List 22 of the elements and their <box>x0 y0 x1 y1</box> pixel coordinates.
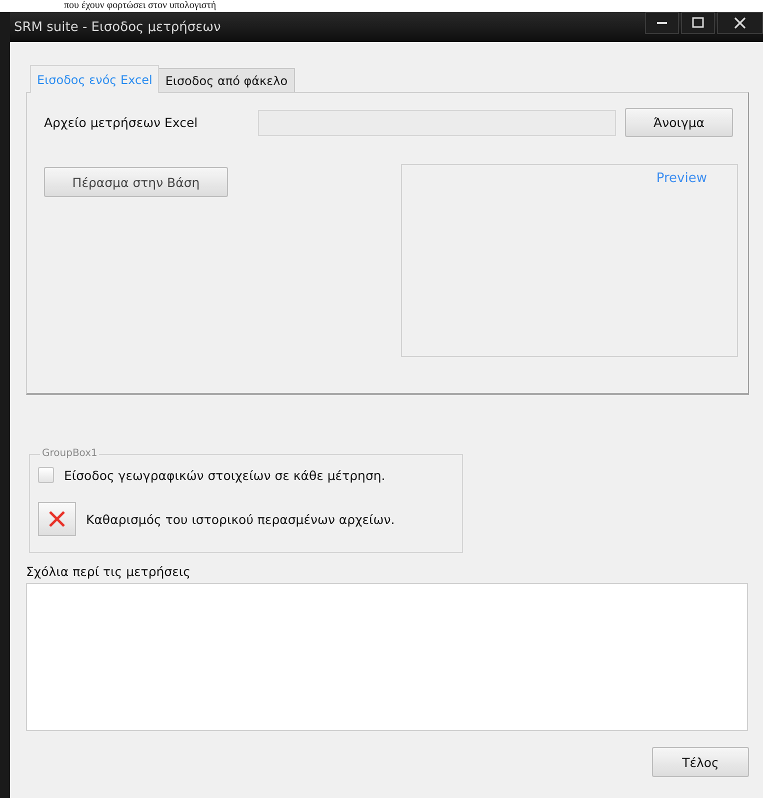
open-button[interactable]: Άνοιγμα <box>625 108 733 137</box>
geo-checkbox[interactable] <box>38 467 54 483</box>
finish-button[interactable]: Τέλος <box>652 747 749 777</box>
tab[interactable]: Εισοδος από φάκελο <box>158 68 295 92</box>
clear-history-label: Καθαρισμός του ιστορικού περασμένων αρχείων. <box>86 512 395 526</box>
maximize-button[interactable] <box>681 12 715 34</box>
clear-history-button[interactable] <box>38 502 76 536</box>
group-box-title: GroupBox1 <box>40 448 100 459</box>
window-title: SRM suite - Εισοδος μετρήσεων <box>14 20 221 34</box>
file-label: Αρχείο μετρήσεων Excel <box>44 115 199 130</box>
minimize-button[interactable] <box>645 12 679 34</box>
geo-checkbox-label: Είσοδος γεωγραφικών στοιχείων σε κάθε μέτρηση. <box>64 468 386 482</box>
comments-field[interactable] <box>26 583 748 731</box>
close-icon <box>733 16 747 30</box>
import-button[interactable]: Πέρασμα στην Βάση <box>44 167 228 197</box>
close-button[interactable] <box>717 12 763 34</box>
minimize-icon <box>657 22 667 24</box>
comments-label: Σχόλια περί τις μετρήσεις <box>26 564 192 579</box>
x-icon <box>48 510 66 528</box>
preview-label: Preview <box>656 171 707 187</box>
caption-text: που έχουν φορτώσει στον υπολογιστή <box>64 0 216 12</box>
maximize-icon <box>691 16 705 30</box>
